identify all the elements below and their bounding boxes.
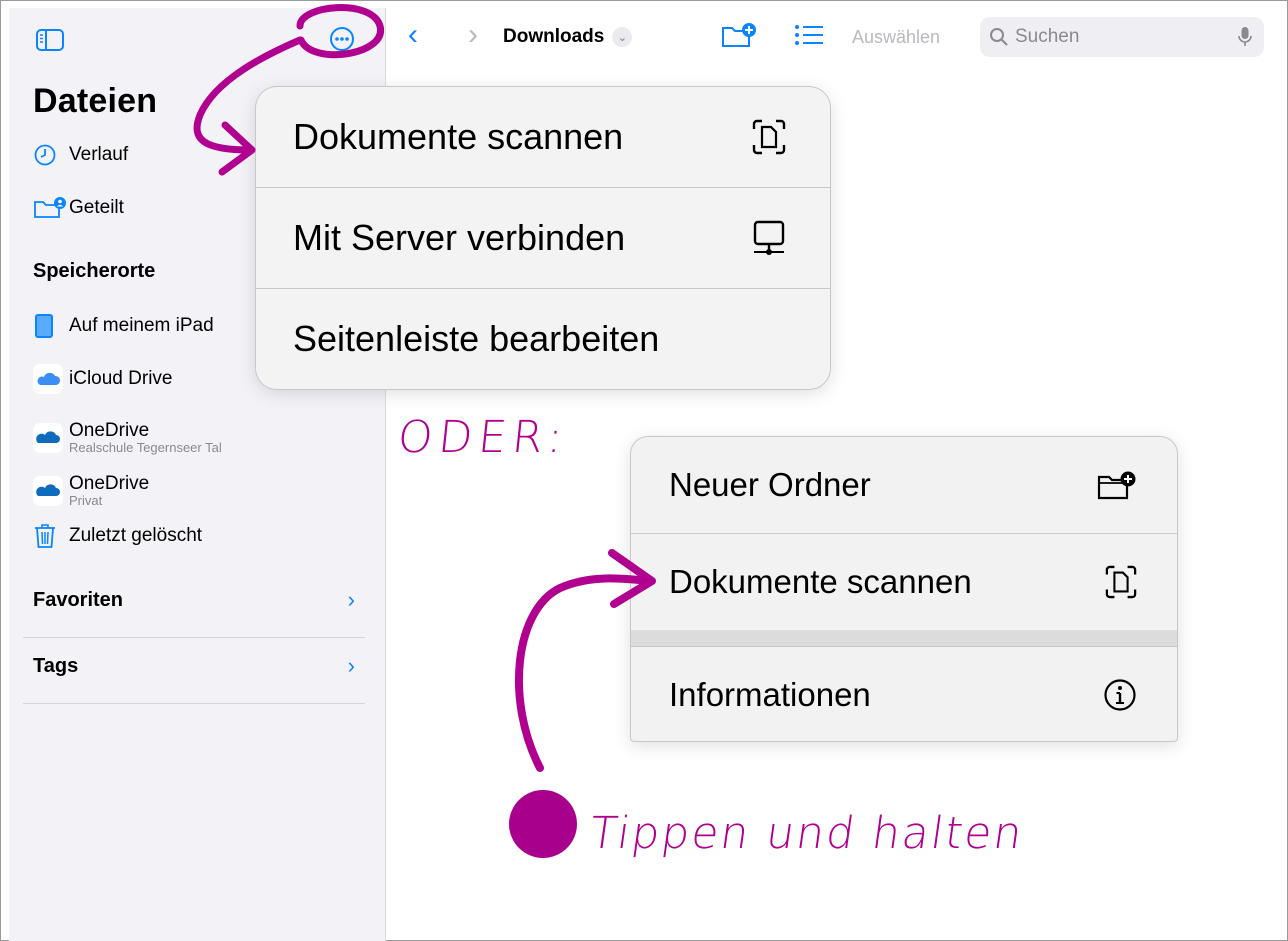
annotation-oder: ODER: — [395, 412, 572, 463]
tap-hold-dot-icon — [509, 790, 577, 858]
annotation-curved-arrow — [514, 549, 656, 772]
annotation-circle-arrow — [193, 4, 384, 176]
annotation-tap-and-hold: Tippen und halten — [586, 808, 1028, 859]
annotation-layer — [193, 4, 656, 772]
